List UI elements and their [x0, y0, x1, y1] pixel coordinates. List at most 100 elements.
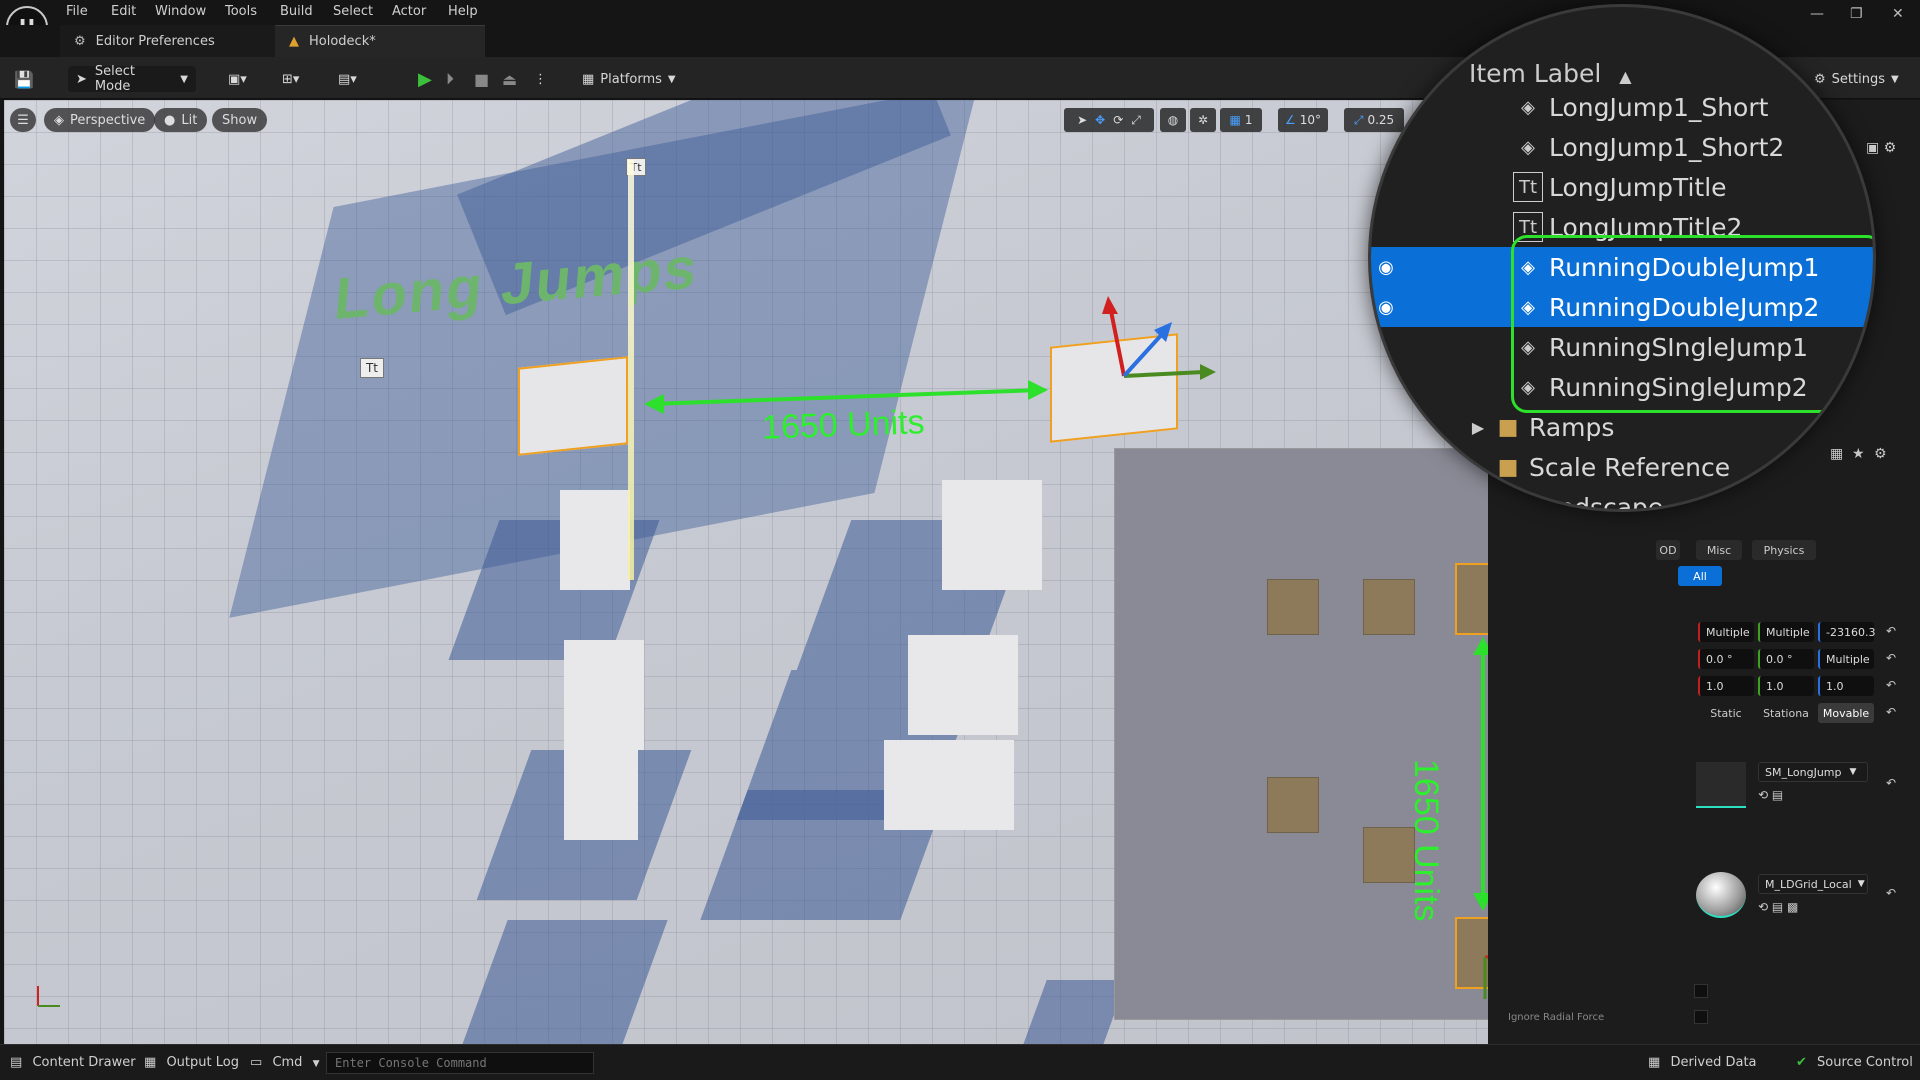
- perspective-button[interactable]: ◈ Perspective: [44, 108, 156, 132]
- outliner-item[interactable]: Tt LongJumpTitle: [1371, 167, 1873, 207]
- eye-icon[interactable]: ◉: [1371, 252, 1401, 282]
- stop-icon[interactable]: ■: [474, 66, 489, 92]
- vertical-measure-label: 1650 Units: [1407, 759, 1445, 922]
- console-command-input[interactable]: [326, 1052, 594, 1074]
- reset-icon[interactable]: ↶: [1886, 678, 1896, 692]
- reset-icon[interactable]: ↶: [1886, 776, 1896, 790]
- reset-icon[interactable]: ↶: [1886, 651, 1896, 665]
- static-mesh-dropdown[interactable]: SM_LongJump ▼: [1758, 762, 1868, 782]
- platforms-dropdown[interactable]: ▦ Platforms ▼: [582, 66, 676, 92]
- cinematics-icon[interactable]: ▤▾: [338, 66, 357, 92]
- menu-file[interactable]: File: [66, 4, 88, 19]
- material-dropdown[interactable]: M_LDGrid_Local ▼: [1758, 874, 1868, 894]
- scale-tool-icon[interactable]: ⤢: [1131, 113, 1141, 128]
- expand-arrow-icon[interactable]: ▶: [1463, 452, 1493, 482]
- outliner-item-label: LongJump1_Short: [1549, 92, 1769, 122]
- filter-tab-physics[interactable]: Physics: [1752, 540, 1816, 560]
- filter-tab-misc[interactable]: Misc: [1696, 540, 1742, 560]
- cube-icon: ◈: [54, 112, 64, 128]
- menu-window[interactable]: Window: [155, 4, 206, 19]
- checkbox[interactable]: [1694, 984, 1708, 998]
- select-mode-dropdown[interactable]: ➤ Select Mode ▼: [68, 64, 196, 94]
- outliner-item[interactable]: ▲ Landscape: [1371, 487, 1873, 510]
- mobility-movable[interactable]: Movable: [1818, 703, 1874, 723]
- rotation-z-field[interactable]: Multiple: [1818, 649, 1874, 669]
- eject-icon[interactable]: ⏏: [502, 66, 517, 92]
- cursor-icon: ➤: [76, 71, 87, 87]
- menu-select[interactable]: Select: [333, 4, 373, 19]
- close-icon[interactable]: ✕: [1892, 6, 1904, 22]
- rotation-x-field[interactable]: 0.0 °: [1698, 649, 1754, 669]
- outliner-folder[interactable]: ▶ ■ Scale Reference: [1371, 447, 1873, 487]
- menu-build[interactable]: Build: [280, 4, 313, 19]
- mesh-icon: ◈: [1521, 136, 1535, 158]
- reset-icon[interactable]: ↶: [1886, 705, 1896, 719]
- location-x-field[interactable]: Multiple: [1698, 622, 1754, 642]
- item-label-header: Item Label: [1469, 59, 1602, 88]
- outliner-item[interactable]: ◈ LongJump1_Short2: [1371, 127, 1873, 167]
- scale-x-field[interactable]: 1.0: [1698, 676, 1754, 696]
- more-options-icon[interactable]: ⋮: [534, 66, 547, 92]
- location-z-field[interactable]: -23160.3: [1818, 622, 1875, 642]
- viewport-menu-icon[interactable]: ☰: [10, 108, 36, 132]
- transform-tools[interactable]: ➤ ✥ ⟳ ⤢: [1064, 108, 1154, 132]
- rotation-y-field[interactable]: 0.0 °: [1758, 649, 1814, 669]
- menu-help[interactable]: Help: [448, 4, 478, 19]
- scale-y-field[interactable]: 1.0: [1758, 676, 1814, 696]
- folder-icon: ■: [1497, 414, 1519, 440]
- filter-tab-all[interactable]: All: [1678, 566, 1722, 586]
- save-icon[interactable]: 💾: [14, 66, 34, 92]
- source-control-button[interactable]: ✔ Source Control: [1796, 1055, 1913, 1070]
- perspective-label: Perspective: [70, 112, 146, 128]
- derived-data-button[interactable]: ▦ Derived Data: [1648, 1055, 1757, 1070]
- gear-icon[interactable]: ⚙: [1874, 446, 1887, 462]
- surface-snap-icon[interactable]: ✲: [1190, 108, 1216, 132]
- content-drawer-button[interactable]: ▤ Content Drawer: [10, 1055, 136, 1070]
- location-y-field[interactable]: Multiple: [1758, 622, 1814, 642]
- step-icon[interactable]: ⏵: [446, 66, 454, 92]
- show-button[interactable]: Show: [212, 108, 268, 132]
- browse-asset-icon[interactable]: ⟲ ▤ ▩: [1758, 900, 1798, 914]
- grid-snap-toggle[interactable]: ▦ 1: [1220, 108, 1262, 132]
- menu-edit[interactable]: Edit: [111, 4, 136, 19]
- browse-asset-icon[interactable]: ⟲ ▤: [1758, 788, 1783, 802]
- static-mesh-thumbnail[interactable]: [1696, 762, 1746, 808]
- add-actor-icon[interactable]: ▣▾: [228, 66, 247, 92]
- material-thumbnail[interactable]: [1696, 872, 1746, 918]
- cmd-dropdown[interactable]: ▭ Cmd ▼: [250, 1055, 320, 1070]
- move-tool-icon[interactable]: ✥: [1095, 113, 1105, 127]
- mobility-stationary[interactable]: Stationa: [1758, 703, 1814, 723]
- output-log-button[interactable]: ▦ Output Log: [144, 1055, 239, 1070]
- lit-label: Lit: [181, 112, 198, 128]
- content-drawer-label: Content Drawer: [32, 1055, 136, 1070]
- outliner-item[interactable]: ◈ LongJump1_Short: [1371, 87, 1873, 127]
- gizmo-y-arrow: [1200, 364, 1216, 380]
- ignore-radial-force-label: Ignore Radial Force: [1508, 1012, 1605, 1023]
- expand-arrow-icon[interactable]: ▶: [1463, 412, 1493, 442]
- reset-icon[interactable]: ↶: [1886, 624, 1896, 638]
- menu-tools[interactable]: Tools: [225, 4, 257, 19]
- checkbox[interactable]: [1694, 1010, 1708, 1024]
- world-space-icon[interactable]: ◍: [1160, 108, 1186, 132]
- select-tool-icon[interactable]: ➤: [1077, 113, 1087, 127]
- menu-actor[interactable]: Actor: [392, 4, 426, 19]
- play-icon[interactable]: ▶: [418, 66, 432, 92]
- output-log-label: Output Log: [166, 1055, 239, 1070]
- lit-button[interactable]: ● Lit: [154, 108, 208, 132]
- minimize-icon[interactable]: —: [1810, 6, 1824, 22]
- filter-tab-od[interactable]: OD: [1656, 540, 1680, 560]
- scale-z-field[interactable]: 1.0: [1818, 676, 1874, 696]
- mobility-static[interactable]: Static: [1698, 703, 1754, 723]
- maximize-icon[interactable]: ❐: [1850, 6, 1863, 22]
- outliner-header[interactable]: Item Label ▲: [1469, 59, 1632, 88]
- tab-holodeck[interactable]: ▲ Holodeck*: [275, 25, 485, 57]
- eye-icon[interactable]: ◉: [1371, 292, 1401, 322]
- reset-icon[interactable]: ↶: [1886, 886, 1896, 900]
- tab-editor-preferences[interactable]: ⚙ Editor Preferences: [60, 25, 280, 57]
- angle-snap-toggle[interactable]: ∠ 10°: [1278, 108, 1328, 132]
- gizmo-z-arrow: [1102, 296, 1118, 314]
- outliner-item-label: Scale Reference: [1529, 452, 1731, 482]
- outliner-folder[interactable]: ▶ ■ Ramps: [1371, 407, 1873, 447]
- blueprint-icon[interactable]: ⊞▾: [282, 66, 299, 92]
- rotate-tool-icon[interactable]: ⟳: [1113, 113, 1123, 127]
